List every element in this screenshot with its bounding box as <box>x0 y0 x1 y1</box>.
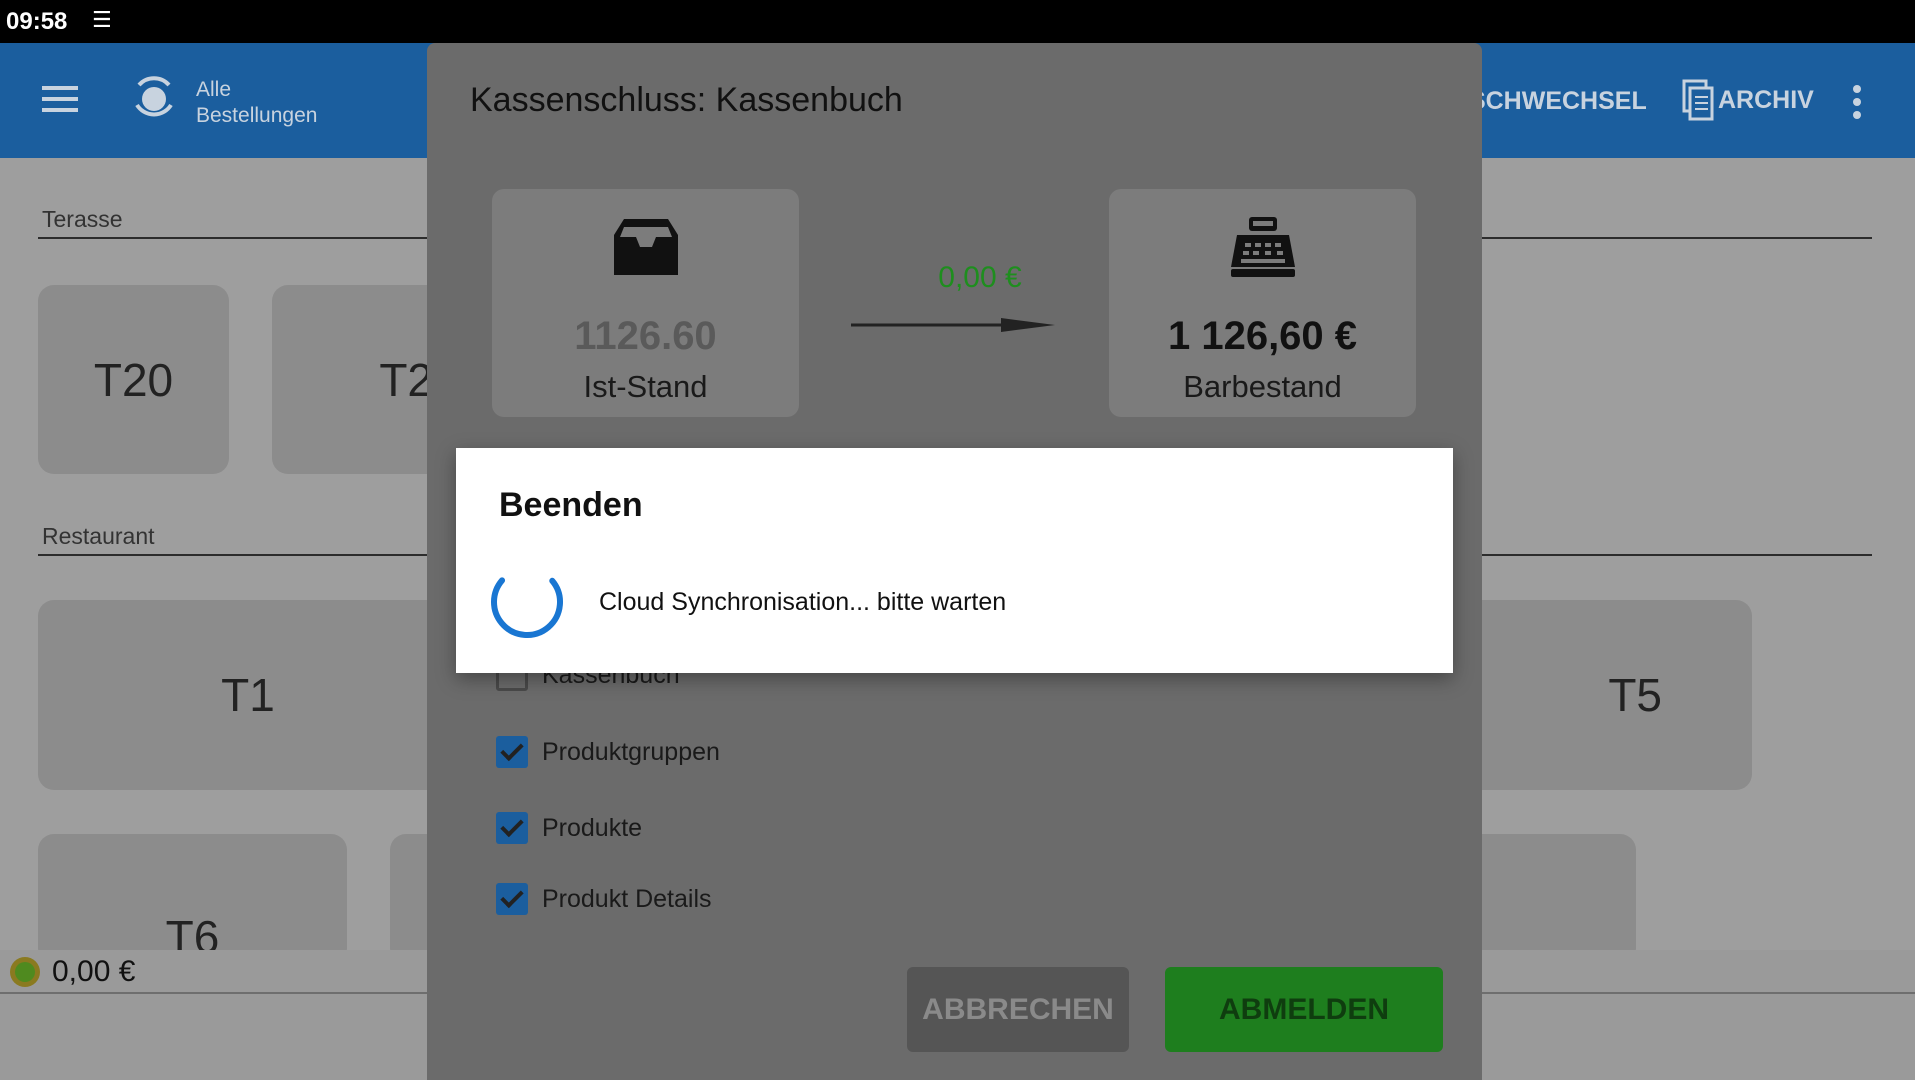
table-card-t5[interactable]: T5 <box>1450 600 1752 790</box>
app-title-line1: Alle <box>196 78 232 101</box>
bottom-amount: 0,00 € <box>8 955 135 989</box>
difference-amount: 0,00 € <box>938 261 1022 294</box>
checkbox-checked-icon[interactable] <box>496 883 528 915</box>
cancel-button[interactable]: ABBRECHEN <box>907 967 1129 1052</box>
checkbox-label: Produktgruppen <box>542 737 720 766</box>
bottom-amount-value: 0,00 € <box>52 955 136 988</box>
status-time: 09:58 <box>6 8 68 35</box>
tischwechsel-button[interactable]: ISCHWECHSEL <box>1462 87 1647 116</box>
table-card-t1[interactable]: T1 <box>38 600 458 790</box>
checkbox-produktgruppen[interactable]: Produktgruppen <box>496 736 720 768</box>
hamburger-menu-icon[interactable] <box>42 86 78 112</box>
table-card-t20[interactable]: T20 <box>38 285 229 474</box>
ring-logo-icon <box>135 76 173 117</box>
table-card-t6[interactable]: T6 <box>38 834 347 964</box>
checkbox-produkte[interactable]: Produkte <box>496 812 642 844</box>
checkbox-label: Produkt Details <box>542 884 712 913</box>
status-bar: 09:58 ☰ <box>0 0 1915 43</box>
inbox-tray-icon <box>613 219 678 275</box>
dialog-title: Kassenschluss: Kassenbuch <box>470 81 903 119</box>
notification-icon: ☰ <box>92 8 112 33</box>
progress-dialog-title: Beenden <box>499 486 643 524</box>
logout-button[interactable]: ABMELDEN <box>1165 967 1443 1052</box>
ist-stand-label: Ist-Stand <box>583 369 708 404</box>
cash-register-icon <box>1230 217 1295 277</box>
progress-dialog: Beenden Cloud Synchronisation... bitte w… <box>456 448 1453 673</box>
ist-stand-value: 1126.60 <box>574 314 717 358</box>
checkbox-checked-icon[interactable] <box>496 812 528 844</box>
section-label-terasse: Terasse <box>42 206 123 232</box>
document-icon <box>1682 79 1714 121</box>
checkbox-checked-icon[interactable] <box>496 736 528 768</box>
progress-message: Cloud Synchronisation... bitte warten <box>599 588 1007 616</box>
checkbox-produkt-details[interactable]: Produkt Details <box>496 883 712 915</box>
more-vert-icon[interactable] <box>1853 85 1863 124</box>
loading-spinner-icon <box>491 566 563 638</box>
archiv-button[interactable]: ARCHIV <box>1682 79 1814 121</box>
app-title: Alle Bestellungen <box>196 77 317 129</box>
archiv-label: ARCHIV <box>1718 85 1814 114</box>
barbestand-label: Barbestand <box>1183 369 1342 404</box>
barbestand-value: 1 126,60 € <box>1167 314 1358 358</box>
section-label-restaurant: Restaurant <box>42 523 155 549</box>
arrow-right-icon <box>851 318 1055 332</box>
coin-icon <box>10 957 40 987</box>
app-title-line2: Bestellungen <box>196 104 318 127</box>
barbestand-box: 1 126,60 € Barbestand <box>1109 189 1416 417</box>
checkbox-label: Produkte <box>542 813 643 842</box>
ist-stand-box: 1126.60 Ist-Stand <box>492 189 799 417</box>
